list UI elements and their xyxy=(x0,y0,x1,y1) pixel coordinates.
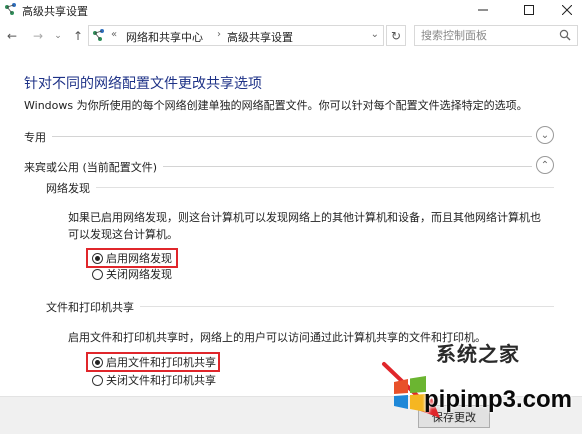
radio-unselected-icon[interactable] xyxy=(92,374,103,386)
up-button[interactable]: ↑ xyxy=(70,28,86,44)
window-title: 高级共享设置 xyxy=(22,5,88,18)
address-bar[interactable]: « 网络和共享中心 › 高级共享设置 ⌄ xyxy=(88,25,384,46)
network-discovery-description: 如果已启用网络发现，则这台计算机可以发现网络上的其他计算机和设备，而且其他网络计… xyxy=(68,211,541,241)
refresh-button[interactable]: ↻ xyxy=(386,25,406,46)
file-printer-sharing-header: 文件和打印机共享 xyxy=(46,298,554,315)
breadcrumb-advanced-sharing[interactable]: 高级共享设置 xyxy=(227,29,293,45)
file-printer-sharing-title: 文件和打印机共享 xyxy=(46,299,140,315)
profile-private-label: 专用 xyxy=(24,129,52,145)
profile-guest-label: 来宾或公用 (当前配置文件) xyxy=(24,159,164,175)
maximize-icon xyxy=(524,5,534,15)
radio-unselected-icon[interactable] xyxy=(92,268,103,280)
search-box[interactable] xyxy=(414,25,578,46)
breadcrumb-separator[interactable]: › xyxy=(217,29,221,40)
network-icon xyxy=(5,3,16,15)
expand-chevron-icon[interactable]: ⌄ xyxy=(536,126,554,144)
breadcrumb-network-sharing-center[interactable]: 网络和共享中心 xyxy=(126,29,203,45)
radio-network-discovery-off[interactable]: 关闭网络发现 xyxy=(92,267,172,281)
address-dropdown-icon[interactable]: ⌄ xyxy=(371,29,379,40)
profile-guest-header[interactable]: 来宾或公用 (当前配置文件) ⌃ xyxy=(24,156,554,176)
navigation-bar: ← → ⌄ ↑ « 网络和共享中心 › 高级共享设置 ⌄ ↻ xyxy=(0,22,582,50)
minimize-icon xyxy=(478,9,488,11)
divider xyxy=(46,187,554,188)
network-discovery-title: 网络发现 xyxy=(46,180,96,196)
maximize-button[interactable] xyxy=(510,0,548,20)
radio-label: 关闭文件和打印机共享 xyxy=(106,374,216,387)
highlight-box xyxy=(86,248,178,268)
watermark-brand: 系统之家 xyxy=(436,342,520,366)
close-icon xyxy=(562,5,572,15)
forward-button[interactable]: → xyxy=(30,28,46,44)
back-button[interactable]: ← xyxy=(4,28,20,44)
recent-locations-button[interactable]: ⌄ xyxy=(50,28,66,44)
divider xyxy=(24,136,532,137)
title-bar: 高级共享设置 xyxy=(0,0,582,22)
network-discovery-header: 网络发现 xyxy=(46,179,554,196)
radio-label: 关闭网络发现 xyxy=(106,268,172,281)
search-input[interactable] xyxy=(421,27,551,44)
watermark: 系统之家 pipimp3.com xyxy=(390,336,580,434)
close-button[interactable] xyxy=(548,0,582,20)
watermark-url: pipimp3.com xyxy=(424,386,573,413)
search-icon xyxy=(559,29,571,41)
highlight-box xyxy=(86,352,220,372)
profile-private-header[interactable]: 专用 ⌄ xyxy=(24,126,554,146)
page-description: Windows 为你所使用的每个网络创建单独的网络配置文件。你可以针对每个配置文… xyxy=(24,99,528,112)
radio-file-sharing-off[interactable]: 关闭文件和打印机共享 xyxy=(92,373,216,387)
breadcrumb-overflow[interactable]: « xyxy=(111,29,117,40)
network-icon xyxy=(93,29,104,41)
collapse-chevron-icon[interactable]: ⌃ xyxy=(536,156,554,174)
minimize-button[interactable] xyxy=(464,0,502,20)
page-title: 针对不同的网络配置文件更改共享选项 xyxy=(24,76,262,92)
